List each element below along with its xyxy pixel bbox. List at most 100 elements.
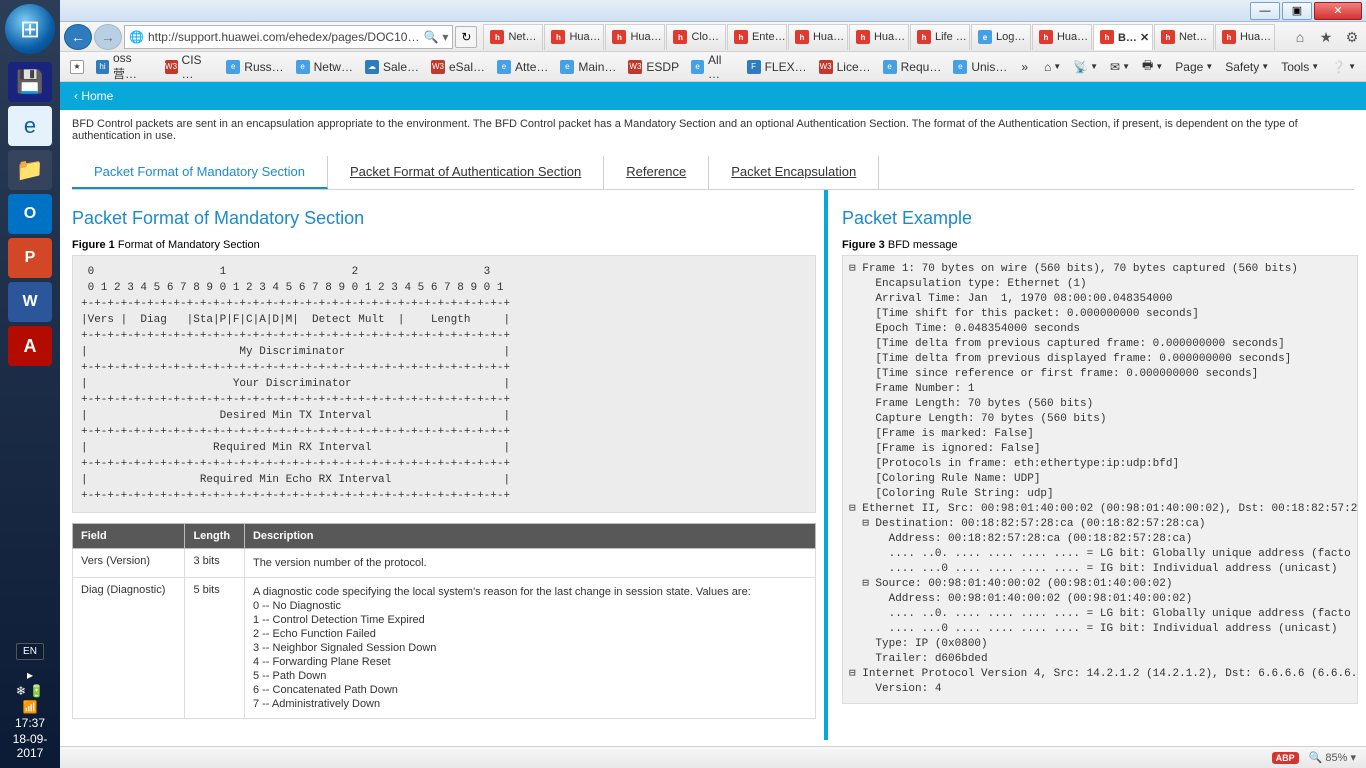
- content-tabs: Packet Format of Mandatory SectionPacket…: [72, 156, 1354, 190]
- tab-label: B… ✕: [1118, 31, 1149, 44]
- cell-description: A diagnostic code specifying the local s…: [244, 578, 815, 719]
- outlook-icon[interactable]: O: [8, 194, 52, 234]
- menu-icon: 📡: [1073, 60, 1088, 74]
- word-icon[interactable]: W: [8, 282, 52, 322]
- menu-icon: ❔: [1331, 60, 1346, 74]
- favorite-favicon-icon: e: [691, 60, 704, 74]
- content-tab-3[interactable]: Packet Encapsulation: [709, 156, 879, 189]
- browser-tab-0[interactable]: hNet…: [483, 24, 543, 50]
- home-icon[interactable]: ⌂: [1290, 27, 1310, 47]
- tray-expand-icon[interactable]: ▸: [0, 668, 60, 682]
- pdf-icon[interactable]: A: [8, 326, 52, 366]
- command-menu-Tools[interactable]: Tools▼: [1275, 60, 1325, 74]
- browser-tab-8[interactable]: eLog…: [971, 24, 1031, 50]
- command-menu-📡[interactable]: 📡▼: [1067, 60, 1104, 74]
- home-link[interactable]: ‹ Home: [74, 89, 113, 103]
- favorite-10[interactable]: eAll …: [685, 53, 741, 81]
- window-minimize-button[interactable]: —: [1250, 2, 1280, 20]
- favorite-favicon-icon: e: [296, 60, 310, 74]
- back-button[interactable]: ←: [64, 24, 92, 50]
- packet-format-diagram: 0 1 2 3 0 1 2 3 4 5 6 7 8 9 0 1 2 3 4 5 …: [72, 255, 816, 513]
- save-icon[interactable]: 💾: [8, 62, 52, 102]
- command-menu-❔[interactable]: ❔▼: [1325, 60, 1362, 74]
- tab-label: Clo…: [691, 31, 719, 43]
- forward-button[interactable]: →: [94, 24, 122, 50]
- tray-bluetooth-icon[interactable]: ❄ 🔋: [0, 684, 60, 698]
- ie-icon[interactable]: e: [8, 106, 52, 146]
- ppt-icon[interactable]: P: [8, 238, 52, 278]
- tray-signal-icon[interactable]: 📶: [0, 700, 60, 714]
- favorite-9[interactable]: W3ESDP: [622, 60, 685, 74]
- favorite-5[interactable]: ☁Sale…: [359, 60, 425, 74]
- command-menu-🖶[interactable]: 🖶▼: [1136, 56, 1169, 77]
- abp-badge[interactable]: ABP: [1272, 752, 1299, 764]
- tab-favicon-icon: h: [734, 30, 748, 44]
- settings-icon[interactable]: ⚙: [1342, 27, 1362, 47]
- browser-tab-9[interactable]: hHua…: [1032, 24, 1092, 50]
- page-description: BFD Control packets are sent in an encap…: [60, 110, 1366, 150]
- chevron-down-icon: ▼: [1348, 62, 1356, 71]
- favorite-favicon-icon: e: [953, 60, 967, 74]
- explorer-icon[interactable]: 📁: [8, 150, 52, 190]
- command-menu-Safety[interactable]: Safety▼: [1219, 60, 1275, 74]
- favorite-11[interactable]: FFLEX…: [741, 60, 813, 74]
- content-tab-0[interactable]: Packet Format of Mandatory Section: [72, 156, 328, 189]
- favorites-icon[interactable]: ★: [1316, 27, 1336, 47]
- favorite-favicon-icon: ☁: [365, 60, 379, 74]
- favorite-label: Main…: [578, 60, 616, 74]
- favorite-label: ESDP: [646, 60, 679, 74]
- content-tab-1[interactable]: Packet Format of Authentication Section: [328, 156, 604, 189]
- tab-favicon-icon: h: [856, 30, 870, 44]
- browser-tab-4[interactable]: hEnte…: [727, 24, 787, 50]
- window-close-button[interactable]: ✕: [1314, 2, 1362, 20]
- right-pane: Packet Example Figure 3 BFD message ⊟ Fr…: [828, 190, 1358, 740]
- browser-tab-12[interactable]: hHua…: [1215, 24, 1275, 50]
- favorite-label: Russ…: [244, 60, 283, 74]
- browser-tab-11[interactable]: hNet…: [1154, 24, 1214, 50]
- address-bar[interactable]: 🌐 http://support.huawei.com/ehedex/pages…: [124, 25, 453, 49]
- favorite-14[interactable]: eUnis…: [947, 60, 1013, 74]
- dropdown-icon[interactable]: ▾: [442, 30, 448, 44]
- favorite-label: CIS …: [182, 53, 215, 81]
- figure-3-label: Figure 3 BFD message: [842, 239, 1358, 251]
- refresh-button[interactable]: ↻: [455, 26, 477, 48]
- menu-icon: ⌂: [1044, 60, 1051, 74]
- browser-tab-1[interactable]: hHua…: [544, 24, 604, 50]
- browser-tab-5[interactable]: hHua…: [788, 24, 848, 50]
- browser-tab-6[interactable]: hHua…: [849, 24, 909, 50]
- favorite-label: eSal…: [449, 60, 485, 74]
- favorites-overflow[interactable]: »: [1015, 60, 1034, 74]
- favorite-8[interactable]: eMain…: [554, 60, 622, 74]
- chevron-down-icon: ▼: [1053, 62, 1061, 71]
- menu-label: Tools: [1281, 60, 1309, 74]
- favorite-7[interactable]: eAtte…: [491, 60, 554, 74]
- command-menu-⌂[interactable]: ⌂▼: [1038, 60, 1067, 74]
- favorite-favicon-icon: hi: [96, 60, 109, 74]
- start-button[interactable]: ⊞: [5, 4, 55, 54]
- menu-label: Safety: [1225, 60, 1259, 74]
- favorite-12[interactable]: W3Lice…: [813, 60, 877, 74]
- browser-tab-7[interactable]: hLife …: [910, 24, 970, 50]
- content-tab-2[interactable]: Reference: [604, 156, 709, 189]
- command-menu-Page[interactable]: Page▼: [1169, 60, 1219, 74]
- favorite-0[interactable]: ★: [64, 60, 90, 74]
- favorite-4[interactable]: eNetw…: [290, 60, 359, 74]
- search-icon[interactable]: 🔍: [423, 30, 438, 44]
- favorite-2[interactable]: W3CIS …: [159, 53, 221, 81]
- window-maximize-button[interactable]: ▣: [1282, 2, 1312, 20]
- favorites-bar: ★hioss营…W3CIS …eRuss…eNetw…☁Sale…W3eSal……: [60, 52, 1366, 82]
- clock-time[interactable]: 17:37: [0, 716, 60, 730]
- browser-tab-10[interactable]: hB… ✕: [1093, 24, 1153, 50]
- language-indicator[interactable]: EN: [16, 643, 44, 660]
- section-heading: Packet Format of Mandatory Section: [72, 208, 816, 229]
- favorite-13[interactable]: eRequ…: [877, 60, 948, 74]
- figure-1-label: Figure 1 Format of Mandatory Section: [72, 239, 816, 251]
- favorite-6[interactable]: W3eSal…: [425, 60, 491, 74]
- zoom-level[interactable]: 🔍 85% ▾: [1309, 751, 1356, 764]
- browser-tab-2[interactable]: hHua…: [605, 24, 665, 50]
- command-menu-✉[interactable]: ✉▼: [1104, 60, 1136, 74]
- browser-tab-3[interactable]: hClo…: [666, 24, 726, 50]
- favorite-1[interactable]: hioss营…: [90, 51, 159, 82]
- favorite-3[interactable]: eRuss…: [220, 60, 289, 74]
- favorite-label: FLEX…: [765, 60, 807, 74]
